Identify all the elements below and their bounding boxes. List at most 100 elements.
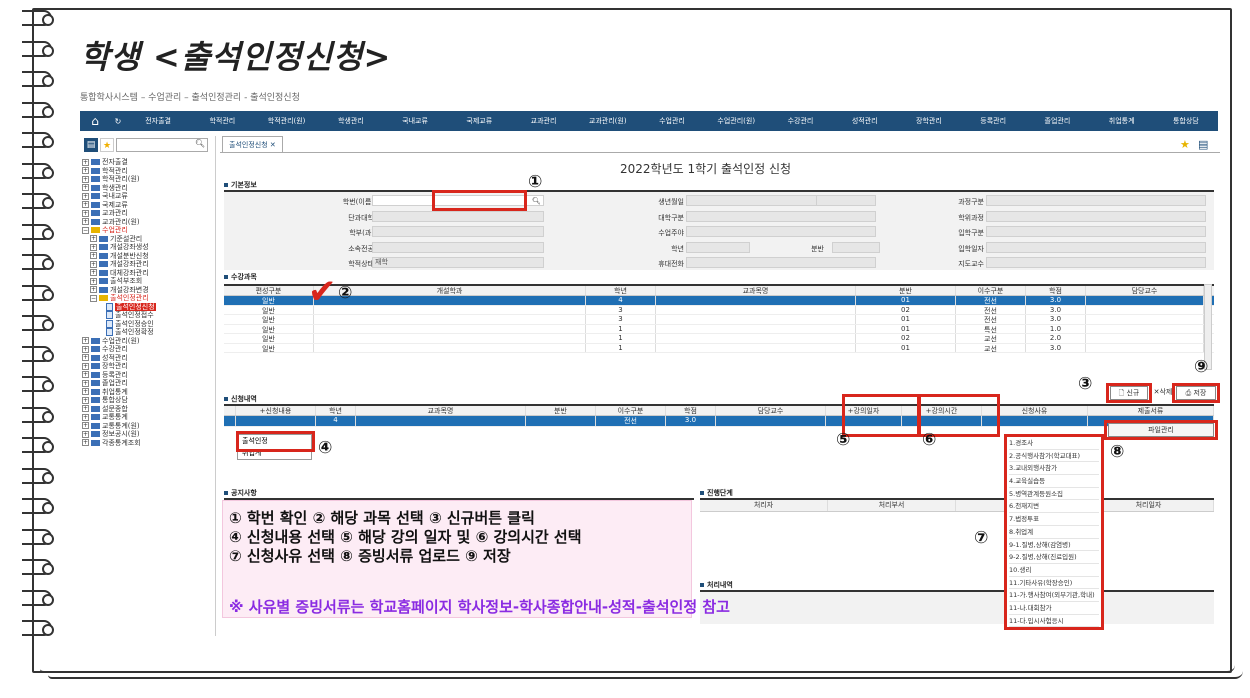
favorite-add-icon[interactable]: ★: [1180, 138, 1190, 151]
menu-item[interactable]: 학적관리(원): [254, 116, 318, 126]
expand-icon[interactable]: +: [90, 277, 97, 285]
sidebar-item[interactable]: + 개설분반신청: [82, 252, 215, 261]
expand-icon[interactable]: +: [82, 439, 89, 447]
reason-option[interactable]: 3.교내외행사참가: [1009, 462, 1099, 476]
reason-option[interactable]: 11.기타사유(학장승인): [1009, 577, 1099, 590]
sidebar-item[interactable]: + 개설강좌관리: [82, 260, 215, 269]
sidebar-item[interactable]: 출석인정접수: [82, 311, 215, 320]
menu-item[interactable]: 장학관리: [897, 116, 961, 126]
reason-option[interactable]: 5.병역관계등원소집: [1009, 488, 1099, 501]
menu-item[interactable]: 수업관리(원): [704, 116, 768, 126]
sidebar-item[interactable]: + 교과관리: [82, 209, 215, 218]
expand-icon[interactable]: +: [82, 413, 89, 421]
tree-icon[interactable]: ▤: [84, 138, 98, 152]
table-row[interactable]: 일반 3 01 전선 3.0: [224, 315, 1214, 325]
reason-option[interactable]: 10.생리: [1009, 564, 1099, 577]
expand-icon[interactable]: +: [82, 345, 89, 353]
reason-option[interactable]: 11-다.입시사험응시: [1009, 615, 1099, 628]
sidebar-item[interactable]: + 개설강좌변경: [82, 286, 215, 295]
sidebar-item[interactable]: + 교통통계: [82, 413, 215, 422]
menu-item[interactable]: 학적관리: [190, 116, 254, 126]
reason-option[interactable]: 11-나.대회참가: [1009, 602, 1099, 615]
expand-icon[interactable]: +: [82, 209, 89, 217]
sidebar-item[interactable]: + 졸업관리: [82, 379, 215, 388]
sidebar-item[interactable]: + 개설강좌생성: [82, 243, 215, 252]
menu-item[interactable]: 전자출결: [126, 116, 190, 126]
favorite-icon[interactable]: ★: [100, 138, 114, 152]
table-row[interactable]: 일반 1 02 교선 2.0: [224, 334, 1214, 344]
sidebar-item[interactable]: + 대체강좌관리: [82, 269, 215, 278]
reason-option[interactable]: 4.교육실습등: [1009, 475, 1099, 488]
sidebar-item[interactable]: + 전자출결: [82, 158, 215, 167]
expand-icon[interactable]: −: [82, 226, 89, 234]
sidebar-item[interactable]: − 수업관리: [82, 226, 215, 235]
delete-button[interactable]: ✕삭제: [1152, 386, 1174, 400]
menu-item[interactable]: 등록관리: [961, 116, 1025, 126]
expand-icon[interactable]: +: [90, 235, 97, 243]
reason-option[interactable]: 6.천재지변: [1009, 500, 1099, 514]
expand-icon[interactable]: +: [82, 388, 89, 396]
sidebar-item[interactable]: + 학적관리(원): [82, 175, 215, 184]
reason-list[interactable]: 1.경조사 2.공식행사참가(학교대표) 3.교내외행사참가 4.교육실습등 5.병역관…: [1004, 434, 1104, 630]
menu-item[interactable]: 교과관리(원): [576, 116, 640, 126]
search-icon[interactable]: 🔍︎: [195, 139, 205, 148]
sidebar-item[interactable]: + 설문종합: [82, 405, 215, 414]
menu-item[interactable]: 취업통계: [1090, 116, 1154, 126]
expand-icon[interactable]: +: [82, 167, 89, 175]
sidebar-item[interactable]: 출석인정확정: [82, 328, 215, 337]
expand-icon[interactable]: +: [82, 362, 89, 370]
sidebar-item[interactable]: 출석인정신청: [82, 302, 215, 311]
table-row[interactable]: 일반 4 01 전선 3.0: [224, 296, 1214, 306]
expand-icon[interactable]: +: [82, 184, 89, 192]
expand-icon[interactable]: +: [90, 260, 97, 268]
sidebar-item[interactable]: + 수업관리(원): [82, 337, 215, 346]
reason-option[interactable]: 9-2.질병,상해(진료입원): [1009, 551, 1099, 564]
menu-item[interactable]: 성적관리: [833, 116, 897, 126]
reason-option[interactable]: 7.법정투표: [1009, 513, 1099, 526]
menu-item[interactable]: 국내교류: [383, 116, 447, 126]
sidebar-item[interactable]: + 국제교류: [82, 201, 215, 210]
expand-icon[interactable]: +: [82, 371, 89, 379]
expand-icon[interactable]: +: [90, 286, 97, 294]
table-cell[interactable]: [236, 416, 316, 426]
expand-icon[interactable]: +: [82, 405, 89, 413]
expand-icon[interactable]: +: [90, 243, 97, 251]
reason-option[interactable]: 2.공식행사참가(학교대표): [1009, 450, 1099, 463]
expand-icon[interactable]: +: [82, 396, 89, 404]
menu-item[interactable]: 국제교류: [447, 116, 511, 126]
sidebar-item[interactable]: + 각종통계조회: [82, 439, 215, 448]
expand-icon[interactable]: +: [82, 430, 89, 438]
home-icon[interactable]: ⌂: [80, 111, 110, 131]
menu-item[interactable]: 학생관리: [319, 116, 383, 126]
expand-icon[interactable]: −: [90, 294, 97, 302]
sidebar-item[interactable]: 출석인정승인: [82, 320, 215, 329]
tab-attendance-apply[interactable]: 출석인정신청 ✕: [222, 136, 283, 152]
sidebar-item[interactable]: + 장학관리: [82, 362, 215, 371]
sidebar-item[interactable]: + 취업통계: [82, 388, 215, 397]
expand-icon[interactable]: +: [82, 175, 89, 183]
expand-icon[interactable]: +: [82, 337, 89, 345]
window-icon[interactable]: ▤: [1198, 138, 1208, 151]
sidebar-item[interactable]: + 기준설관리: [82, 235, 215, 244]
reason-option[interactable]: 11-가.행사참여(외부기관,학내): [1009, 589, 1099, 602]
sync-icon[interactable]: ↻: [110, 111, 126, 131]
expand-icon[interactable]: +: [82, 201, 89, 209]
column-header[interactable]: +신청내용: [236, 406, 316, 415]
sidebar-item[interactable]: + 정보공시(원): [82, 430, 215, 439]
sidebar-item[interactable]: + 학적관리: [82, 167, 215, 176]
menu-item[interactable]: 졸업관리: [1025, 116, 1089, 126]
menu-item[interactable]: 수강관리: [768, 116, 832, 126]
sidebar-item[interactable]: + 교통통계(원): [82, 422, 215, 431]
reason-option[interactable]: 8.취업계: [1009, 526, 1099, 539]
sidebar-item[interactable]: − 출석인정관리: [82, 294, 215, 303]
sidebar-item[interactable]: + 학생관리: [82, 184, 215, 193]
expand-icon[interactable]: +: [90, 252, 97, 260]
menu-item[interactable]: 통합상담: [1154, 116, 1218, 126]
sidebar-item[interactable]: + 통합상담: [82, 396, 215, 405]
reason-option[interactable]: 9-1.질병,상해(감염병): [1009, 539, 1099, 552]
sidebar-item[interactable]: + 국내교류: [82, 192, 215, 201]
expand-icon[interactable]: +: [82, 422, 89, 430]
menu-search-input[interactable]: 🔍︎: [116, 138, 208, 152]
menu-item[interactable]: 교과관리: [511, 116, 575, 126]
sidebar-item[interactable]: + 성적관리: [82, 354, 215, 363]
